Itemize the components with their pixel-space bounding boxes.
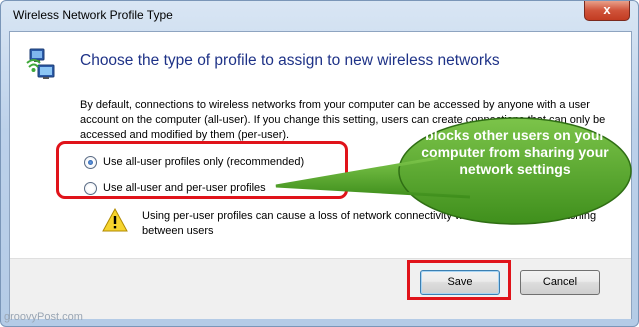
watermark: groovyPost.com xyxy=(4,311,83,323)
callout-text: blocks other users on your computer from… xyxy=(421,127,609,177)
